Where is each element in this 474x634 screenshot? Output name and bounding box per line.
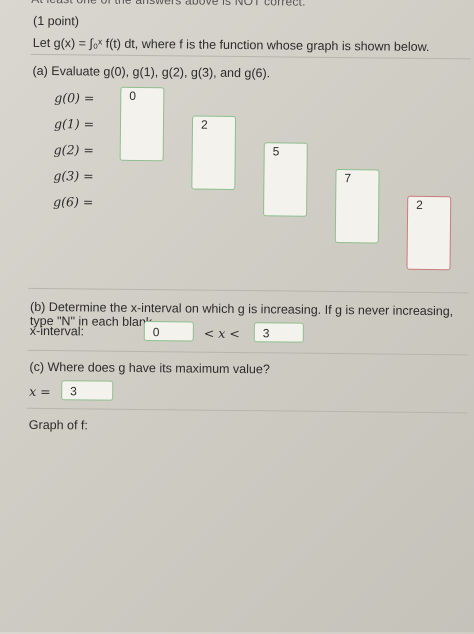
g0-answer-value: 0 (129, 88, 137, 103)
g2-answer-field[interactable]: 5 (263, 142, 308, 217)
part-b-prompt: (b) Determine the x-interval on which g … (29, 299, 454, 330)
g2-label: g(2) = (53, 142, 94, 158)
interval-upper-field[interactable]: 3 (253, 322, 304, 343)
part-c-prompt: (c) Where does g have its maximum value? (29, 359, 270, 377)
max-x-field[interactable]: 3 (61, 380, 114, 401)
interval-upper-value: 3 (262, 326, 270, 341)
problem-definition: Let g(x) = ∫₀ˣ f(t) dt, where f is the f… (32, 35, 430, 54)
g1-answer-field[interactable]: 2 (191, 115, 237, 190)
g2-answer-value: 5 (272, 144, 280, 159)
graph-caption: Graph of f: (28, 417, 88, 433)
notice-banner: At least one of the answers above is NOT… (31, 0, 306, 9)
part-a-prompt: (a) Evaluate g(0), g(1), g(2), g(3), and… (32, 63, 271, 81)
x-interval-label: x-interval: (29, 323, 85, 339)
g0-label: g(0) = (54, 90, 95, 106)
max-x-value: 3 (70, 384, 77, 399)
g6-answer-field[interactable]: 2 (406, 195, 452, 271)
g3-label: g(3) = (53, 168, 94, 184)
g3-answer-value: 7 (344, 171, 352, 186)
interval-lower-field[interactable]: 0 (143, 321, 194, 342)
g6-answer-value: 2 (416, 197, 423, 212)
interval-lower-value: 0 (152, 325, 160, 340)
g1-label: g(1) = (53, 116, 95, 132)
divider (27, 349, 468, 356)
inequality-label: < x < (203, 325, 240, 342)
g1-answer-value: 2 (200, 117, 208, 132)
points-label: (1 point) (33, 13, 80, 29)
x-equals-label: x = (29, 383, 51, 400)
problem-panel: At least one of the answers above is NOT… (0, 0, 474, 634)
g6-label: g(6) = (53, 194, 94, 210)
g3-answer-field[interactable]: 7 (334, 169, 380, 244)
divider (27, 407, 468, 414)
g0-answer-field[interactable]: 0 (119, 86, 165, 162)
divider (28, 287, 469, 294)
divider (30, 53, 471, 60)
